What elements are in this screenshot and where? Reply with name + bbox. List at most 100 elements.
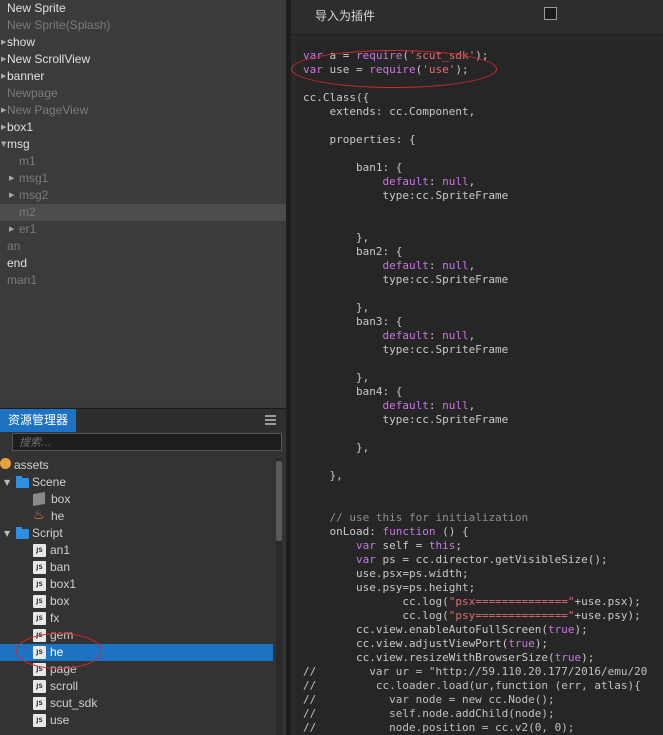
asset-item-label: he bbox=[50, 645, 64, 659]
asset-item-label: page bbox=[50, 662, 77, 676]
tree-node-label: msg1 bbox=[19, 171, 49, 185]
asset-item-script[interactable]: JS ban bbox=[0, 559, 273, 576]
asset-root[interactable]: assets bbox=[0, 457, 273, 474]
tree-node-new-scrollview[interactable]: ▶ New ScrollView bbox=[0, 51, 286, 68]
tree-node-label: end bbox=[7, 256, 28, 270]
asset-item-script-selected[interactable]: JS he bbox=[0, 644, 273, 661]
asset-item-script[interactable]: JS use bbox=[0, 712, 273, 729]
js-file-icon: JS bbox=[33, 612, 46, 625]
expand-arrow-icon[interactable]: ▶ bbox=[1, 102, 6, 119]
asset-item-script[interactable]: JS scut_sdk bbox=[0, 695, 273, 712]
asset-item-script[interactable]: JS fx bbox=[0, 610, 273, 627]
expand-arrow-icon[interactable]: ▶ bbox=[1, 68, 6, 85]
js-file-icon: JS bbox=[33, 561, 46, 574]
asset-item-scene-box[interactable]: box bbox=[0, 491, 273, 508]
scrollbar-thumb[interactable] bbox=[276, 461, 282, 541]
asset-item-scene-he[interactable]: ♨ he bbox=[0, 508, 273, 525]
tree-node-label: msg bbox=[7, 137, 30, 151]
code-text: var a = require('scut_sdk'); var use = r… bbox=[303, 49, 648, 734]
tree-node-label: New ScrollView bbox=[7, 52, 91, 66]
tree-node-label: an bbox=[7, 239, 21, 253]
assets-db-icon bbox=[0, 458, 11, 469]
js-file-icon: JS bbox=[33, 544, 46, 557]
asset-item-script[interactable]: JS an1 bbox=[0, 542, 273, 559]
js-file-icon: JS bbox=[33, 697, 46, 710]
folder-icon bbox=[16, 476, 29, 488]
tab-asset-manager[interactable]: 资源管理器 bbox=[0, 409, 77, 432]
expand-arrow-icon[interactable]: ▶ bbox=[9, 170, 14, 187]
tree-node-label: msg2 bbox=[19, 188, 49, 202]
asset-search-input[interactable] bbox=[19, 434, 269, 450]
tree-node-label: banner bbox=[7, 69, 45, 83]
tree-node-label: New Sprite bbox=[7, 1, 66, 15]
expand-arrow-icon[interactable]: ▶ bbox=[1, 51, 6, 68]
tree-node-show[interactable]: ▶ show bbox=[0, 34, 286, 51]
expand-arrow-icon[interactable]: ▶ bbox=[9, 221, 14, 238]
asset-item-label: gem bbox=[50, 628, 74, 642]
js-file-icon: JS bbox=[33, 663, 46, 676]
js-file-icon: JS bbox=[33, 629, 46, 642]
asset-item-script[interactable]: JS page bbox=[0, 661, 273, 678]
tree-node-label: er1 bbox=[19, 222, 37, 236]
folder-icon bbox=[16, 527, 29, 539]
asset-panel-header: 资源管理器 bbox=[0, 408, 286, 432]
tree-node-an[interactable]: an bbox=[0, 238, 286, 255]
asset-scrollbar[interactable] bbox=[276, 458, 282, 735]
tree-node-label: New Sprite(Splash) bbox=[7, 18, 111, 32]
asset-folder-script[interactable]: ▼ Script bbox=[0, 525, 273, 542]
js-file-icon: JS bbox=[33, 578, 46, 591]
panel-menu-icon[interactable] bbox=[265, 415, 276, 425]
asset-item-script[interactable]: JS scroll bbox=[0, 678, 273, 695]
tree-node-banner[interactable]: ▶ banner bbox=[0, 68, 286, 85]
tree-node-m2[interactable]: m2 bbox=[0, 204, 286, 221]
asset-item-label: box1 bbox=[50, 577, 77, 591]
prefab-icon bbox=[33, 491, 45, 507]
tree-node-man1[interactable]: man1 bbox=[0, 272, 286, 289]
tree-node-label: man1 bbox=[7, 273, 38, 287]
tree-node-new-pageview[interactable]: ▶ New PageView bbox=[0, 102, 286, 119]
tree-node-end[interactable]: end bbox=[0, 255, 286, 272]
tree-node-label: New PageView bbox=[7, 103, 89, 117]
tree-node-new-sprite[interactable]: New Sprite bbox=[0, 0, 286, 17]
collapse-arrow-icon[interactable]: ▼ bbox=[4, 474, 10, 491]
tree-node-label: m2 bbox=[19, 205, 36, 219]
import-plugin-row: 导入为插件 bbox=[291, 0, 663, 35]
tree-node-box1[interactable]: ▶ box1 bbox=[0, 119, 286, 136]
tree-node-msg[interactable]: ▼ msg bbox=[0, 136, 286, 153]
asset-item-label: scut_sdk bbox=[50, 696, 98, 710]
tree-node-newpage[interactable]: Newpage bbox=[0, 85, 286, 102]
js-file-icon: JS bbox=[33, 714, 46, 727]
script-inspector: 导入为插件 var a = require('scut_sdk'); var u… bbox=[291, 0, 663, 735]
tree-node-er1[interactable]: ▶ er1 bbox=[0, 221, 286, 238]
import-as-plugin-checkbox[interactable] bbox=[544, 7, 557, 20]
asset-item-label: scroll bbox=[50, 679, 79, 693]
tree-node-msg2[interactable]: ▶ msg2 bbox=[0, 187, 286, 204]
asset-item-label: box bbox=[51, 492, 71, 506]
tree-node-m1[interactable]: m1 bbox=[0, 153, 286, 170]
asset-item-script[interactable]: JS box bbox=[0, 593, 273, 610]
asset-item-label: an1 bbox=[50, 543, 71, 557]
expand-arrow-icon[interactable]: ▶ bbox=[9, 187, 14, 204]
tree-node-label: m1 bbox=[19, 154, 36, 168]
fire-scene-icon: ♨ bbox=[33, 508, 45, 523]
tree-node-label: box1 bbox=[7, 120, 34, 134]
tree-node-label: show bbox=[7, 35, 36, 49]
expand-arrow-icon[interactable]: ▼ bbox=[1, 136, 6, 153]
asset-item-label: fx bbox=[50, 611, 60, 625]
asset-item-label: ban bbox=[50, 560, 71, 574]
expand-arrow-icon[interactable]: ▶ bbox=[1, 119, 6, 136]
tree-node-label: Newpage bbox=[7, 86, 58, 100]
collapse-arrow-icon[interactable]: ▼ bbox=[4, 525, 10, 542]
asset-item-script[interactable]: JS box1 bbox=[0, 576, 273, 593]
js-file-icon: JS bbox=[33, 680, 46, 693]
tree-node-new-sprite-splash[interactable]: New Sprite(Splash) bbox=[0, 17, 286, 34]
tree-node-msg1[interactable]: ▶ msg1 bbox=[0, 170, 286, 187]
asset-folder-scene[interactable]: ▼ Scene bbox=[0, 474, 273, 491]
js-file-icon: JS bbox=[33, 646, 46, 659]
expand-arrow-icon[interactable]: ▶ bbox=[1, 34, 6, 51]
folder-label: Script bbox=[32, 526, 63, 540]
asset-item-label: use bbox=[50, 713, 70, 727]
asset-item-script[interactable]: JS gem bbox=[0, 627, 273, 644]
import-as-plugin-label: 导入为插件 bbox=[315, 9, 376, 23]
asset-search-box[interactable] bbox=[12, 433, 282, 451]
